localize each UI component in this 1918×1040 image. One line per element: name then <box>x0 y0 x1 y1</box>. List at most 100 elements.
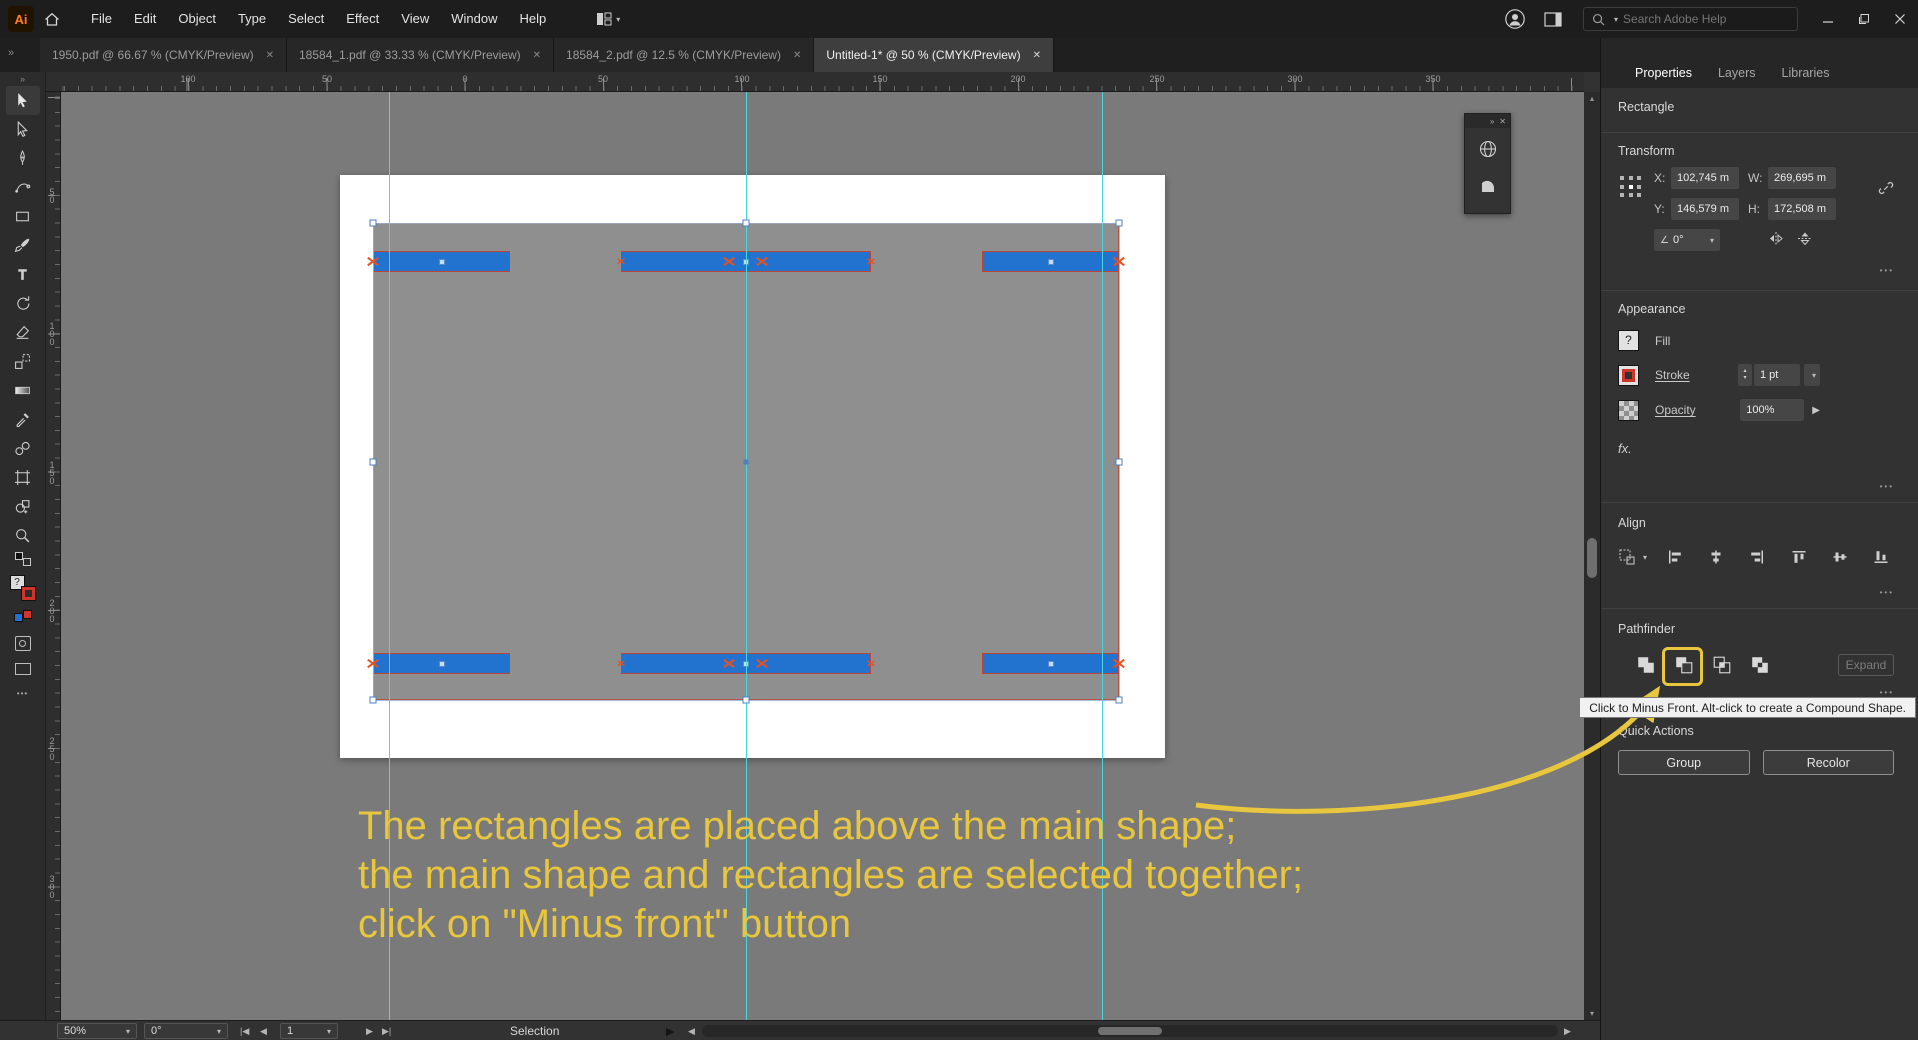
last-artboard-icon[interactable]: ▶| <box>382 1023 391 1039</box>
selection-handle[interactable] <box>742 219 750 227</box>
group-button[interactable]: Group <box>1618 750 1750 775</box>
align-to-selector[interactable]: ▾ <box>1618 548 1647 566</box>
selection-handle[interactable] <box>1115 696 1123 704</box>
selection-handle[interactable] <box>1115 219 1123 227</box>
artboard-number-field[interactable]: 1 ▾ <box>280 1023 338 1039</box>
status-popup-icon[interactable]: ▶ <box>666 1023 674 1039</box>
y-field[interactable]: 146,579 m <box>1671 198 1739 220</box>
width-field[interactable]: 269,695 m <box>1768 167 1836 189</box>
arrange-documents-icon[interactable]: ▾ <box>587 0 629 38</box>
document-tab[interactable]: 18584_2.pdf @ 12.5 % (CMYK/Preview) ✕ <box>554 38 815 72</box>
tab-close-icon[interactable]: ✕ <box>533 50 541 61</box>
fill-stroke-indicator[interactable]: ? <box>9 574 37 602</box>
align-left-icon[interactable] <box>1662 544 1688 570</box>
menu-item[interactable]: View <box>390 0 440 38</box>
eyedropper-tool[interactable] <box>6 405 40 434</box>
horizontal-ruler[interactable]: 100 50 0 50 100 150 200 250 300 350 <box>61 72 1584 92</box>
help-search-box[interactable]: ▾ <box>1583 7 1798 31</box>
height-field[interactable]: 172,508 m <box>1768 198 1836 220</box>
align-right-icon[interactable] <box>1744 544 1770 570</box>
x-field[interactable]: 102,745 m <box>1671 167 1739 189</box>
shape-icon[interactable] <box>1472 170 1504 202</box>
document-tab[interactable]: 18584_1.pdf @ 33.33 % (CMYK/Preview) ✕ <box>287 38 555 72</box>
document-tab-active[interactable]: Untitled-1* @ 50 % (CMYK/Preview) ✕ <box>814 38 1054 72</box>
zoom-level-select[interactable]: 50% ▾ <box>57 1023 137 1039</box>
opacity-options-icon[interactable]: ▶ <box>1812 405 1820 416</box>
next-artboard-icon[interactable]: ▶ <box>366 1023 373 1039</box>
document-tab[interactable]: 1950.pdf @ 66.67 % (CMYK/Preview) ✕ <box>40 38 287 72</box>
vertical-scrollbar-thumb[interactable] <box>1587 538 1597 578</box>
draw-mode-icon[interactable] <box>14 636 31 651</box>
selection-tool[interactable] <box>5 86 40 115</box>
align-center-horizontal-icon[interactable] <box>1703 544 1729 570</box>
menu-item[interactable]: Help <box>508 0 557 38</box>
flip-horizontal-icon[interactable] <box>1768 231 1784 249</box>
flip-vertical-icon[interactable] <box>1797 231 1813 249</box>
effects-button[interactable]: fx. <box>1618 441 1894 456</box>
user-account-icon[interactable] <box>1495 0 1535 38</box>
zoom-tool[interactable] <box>6 521 40 550</box>
first-artboard-icon[interactable]: |◀ <box>240 1023 249 1039</box>
home-icon[interactable] <box>34 0 70 38</box>
menu-item[interactable]: Object <box>167 0 227 38</box>
menu-item[interactable]: Effect <box>335 0 390 38</box>
maximize-button[interactable] <box>1846 0 1882 38</box>
selection-center-point[interactable] <box>743 459 749 465</box>
menu-item[interactable]: Edit <box>123 0 167 38</box>
shape-builder-tool[interactable] <box>6 492 40 521</box>
align-middle-vertical-icon[interactable] <box>1827 544 1853 570</box>
eraser-tool[interactable] <box>6 318 40 347</box>
pen-tool[interactable] <box>6 144 40 173</box>
fill-swatch-unknown[interactable]: ? <box>1618 330 1639 351</box>
vertical-scrollbar[interactable]: ▴ ▾ <box>1584 92 1600 1020</box>
opacity-field[interactable]: 100% <box>1740 399 1805 421</box>
selection-handle[interactable] <box>1115 458 1123 466</box>
scroll-left-icon[interactable]: ◀ <box>688 1023 695 1039</box>
canvas[interactable]: » ✕ The rectangles are placed above the … <box>61 92 1584 1020</box>
tab-libraries[interactable]: Libraries <box>1782 66 1830 80</box>
artwork-rectangle[interactable] <box>982 251 1119 272</box>
menu-item[interactable]: File <box>80 0 123 38</box>
artwork-rectangle[interactable] <box>373 251 510 272</box>
reference-point-icon[interactable] <box>1618 174 1644 200</box>
toolbar-collapse-icon[interactable]: » <box>8 47 14 59</box>
gradient-tool[interactable] <box>6 376 40 405</box>
opacity-label[interactable]: Opacity <box>1655 403 1696 417</box>
screen-mode-icon[interactable] <box>14 663 31 675</box>
panel-collapse-icon[interactable]: » <box>1490 117 1494 126</box>
more-options-icon[interactable]: ••• <box>1880 688 1894 697</box>
rotation-angle-select[interactable]: ∠ 0° ▾ <box>1654 229 1720 251</box>
scroll-right-icon[interactable]: ▶ <box>1564 1023 1571 1039</box>
minimize-button[interactable] <box>1810 0 1846 38</box>
stroke-swatch[interactable] <box>1618 364 1639 386</box>
horizontal-scrollbar-thumb[interactable] <box>1098 1027 1162 1035</box>
stepper-up-icon[interactable]: ▴ <box>1743 368 1746 375</box>
constrain-proportions-icon[interactable] <box>1878 180 1894 199</box>
edit-toolbar-icon[interactable]: ••• <box>17 689 28 698</box>
color-none-swatches[interactable] <box>13 610 32 624</box>
panel-close-icon[interactable]: ✕ <box>1499 117 1506 126</box>
rectangle-tool[interactable] <box>6 202 40 231</box>
menu-item[interactable]: Window <box>440 0 508 38</box>
align-top-icon[interactable] <box>1786 544 1812 570</box>
tab-properties[interactable]: Properties <box>1635 66 1692 80</box>
close-button[interactable] <box>1882 0 1918 38</box>
blend-tool[interactable] <box>6 434 40 463</box>
recolor-button[interactable]: Recolor <box>1762 750 1894 775</box>
expand-button[interactable]: Expand <box>1838 653 1894 676</box>
vertical-ruler[interactable]: 50 100 150 200 250 300 <box>46 92 61 1020</box>
direct-selection-tool[interactable] <box>6 115 40 144</box>
selection-handle[interactable] <box>369 458 377 466</box>
paintbrush-tool[interactable] <box>6 231 40 260</box>
exclude-icon[interactable] <box>1746 651 1774 679</box>
scroll-up-icon[interactable]: ▴ <box>1584 94 1600 103</box>
menu-item[interactable]: Select <box>277 0 335 38</box>
selection-handle[interactable] <box>369 696 377 704</box>
scale-tool[interactable] <box>6 347 40 376</box>
type-tool[interactable] <box>6 260 40 289</box>
unite-icon[interactable] <box>1632 651 1660 679</box>
toolbar-grip[interactable]: » <box>20 72 25 86</box>
selection-handle[interactable] <box>369 219 377 227</box>
artwork-rectangle[interactable] <box>373 653 510 674</box>
stroke-weight-dropdown[interactable]: ▾ <box>1804 364 1820 386</box>
